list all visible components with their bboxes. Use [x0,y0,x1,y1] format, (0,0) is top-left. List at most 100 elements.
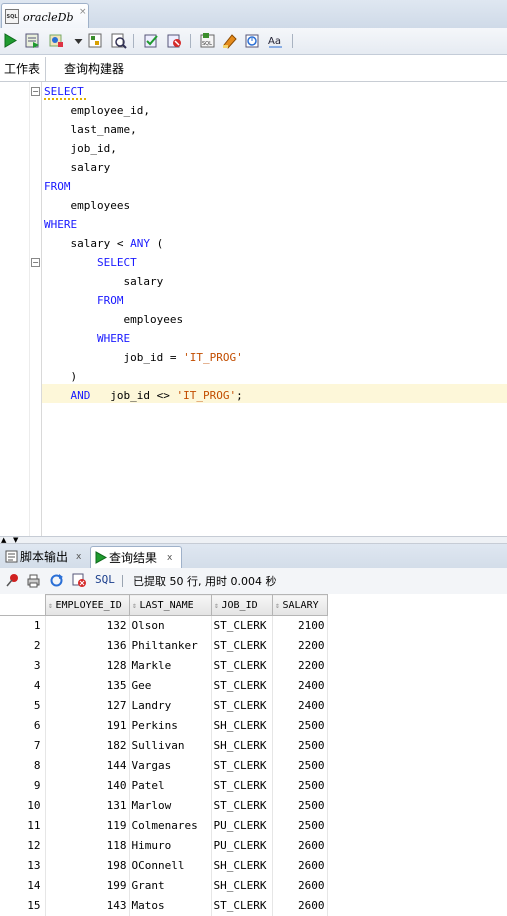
last-name-cell[interactable]: Colmenares [129,815,212,836]
last-name-cell[interactable]: Philtanker [129,635,212,656]
fold-collapse-icon[interactable]: − [31,87,40,96]
tab-query-builder[interactable]: 查询构建器 [60,57,128,81]
employee-id-cell[interactable]: 140 [45,775,130,796]
last-name-cell[interactable]: Patel [129,775,212,796]
employee-id-cell[interactable]: 127 [45,695,130,716]
column-header-last-name[interactable]: ⇕ LAST_NAME [128,594,212,616]
last-name-cell[interactable]: OConnell [129,855,212,876]
employee-id-cell[interactable]: 128 [45,655,130,676]
salary-cell[interactable]: 2600 [272,835,328,856]
rollback-icon[interactable] [166,32,183,49]
table-row[interactable]: 7 182 Sullivan SH_CLERK 2500 [0,735,328,756]
refresh-icon[interactable] [49,573,64,588]
employee-id-cell[interactable]: 199 [45,875,130,896]
dropdown-arrow-icon[interactable] [70,32,83,49]
employee-id-cell[interactable]: 182 [45,735,130,756]
fold-collapse-icon[interactable]: − [31,258,40,267]
column-header-job-id[interactable]: ⇕ JOB_ID [210,594,273,616]
employee-id-cell[interactable]: 135 [45,675,130,696]
table-row[interactable]: 3 128 Markle ST_CLERK 2200 [0,655,328,676]
table-row[interactable]: 8 144 Vargas ST_CLERK 2500 [0,755,328,776]
sql-editor[interactable]: − − SELECT employee_id, last_name, job_i… [0,82,507,536]
last-name-cell[interactable]: Marlow [129,795,212,816]
commit-icon[interactable] [143,32,160,49]
sql-tuning-icon[interactable] [110,32,127,49]
employee-id-cell[interactable]: 143 [45,895,130,916]
autotrace-icon[interactable] [48,32,65,49]
employee-id-cell[interactable]: 131 [45,795,130,816]
job-id-cell[interactable]: ST_CLERK [211,695,273,716]
job-id-cell[interactable]: SH_CLERK [211,735,273,756]
salary-cell[interactable]: 2400 [272,695,328,716]
salary-cell[interactable]: 2600 [272,855,328,876]
last-name-cell[interactable]: Himuro [129,835,212,856]
format-case-icon[interactable]: Aa [267,32,284,49]
job-id-cell[interactable]: ST_CLERK [211,775,273,796]
job-id-cell[interactable]: SH_CLERK [211,875,273,896]
job-id-cell[interactable]: ST_CLERK [211,675,273,696]
salary-cell[interactable]: 2500 [272,755,328,776]
tab-oracledb[interactable]: SQL oracleDb × [1,3,89,28]
job-id-cell[interactable]: SH_CLERK [211,715,273,736]
print-icon[interactable] [26,573,41,588]
last-name-cell[interactable]: Matos [129,895,212,916]
job-id-cell[interactable]: SH_CLERK [211,855,273,876]
last-name-cell[interactable]: Sullivan [129,735,212,756]
table-row[interactable]: 5 127 Landry ST_CLERK 2400 [0,695,328,716]
column-header-employee-id[interactable]: ⇕ EMPLOYEE_ID [44,594,130,616]
table-row[interactable]: 10 131 Marlow ST_CLERK 2500 [0,795,328,816]
last-name-cell[interactable]: Grant [129,875,212,896]
collapse-down-icon[interactable]: ▼ [13,537,18,544]
table-row[interactable]: 14 199 Grant SH_CLERK 2600 [0,875,328,896]
table-row[interactable]: 1 132 Olson ST_CLERK 2100 [0,615,328,636]
last-name-cell[interactable]: Olson [129,615,212,636]
employee-id-cell[interactable]: 191 [45,715,130,736]
last-name-cell[interactable]: Perkins [129,715,212,736]
employee-id-cell[interactable]: 118 [45,835,130,856]
table-row[interactable]: 6 191 Perkins SH_CLERK 2500 [0,715,328,736]
employee-id-cell[interactable]: 119 [45,815,130,836]
last-name-cell[interactable]: Landry [129,695,212,716]
salary-cell[interactable]: 2100 [272,615,328,636]
table-row[interactable]: 9 140 Patel ST_CLERK 2500 [0,775,328,796]
salary-cell[interactable]: 2200 [272,635,328,656]
tab-script-output[interactable]: 脚本输出 x [2,546,87,568]
job-id-cell[interactable]: ST_CLERK [211,895,273,916]
employee-id-cell[interactable]: 198 [45,855,130,876]
salary-cell[interactable]: 2500 [272,795,328,816]
job-id-cell[interactable]: ST_CLERK [211,635,273,656]
close-icon[interactable]: × [79,7,87,17]
tab-query-result[interactable]: 查询结果 x [90,546,182,568]
tab-worksheet[interactable]: 工作表 [0,57,46,81]
table-row[interactable]: 4 135 Gee ST_CLERK 2400 [0,675,328,696]
unshared-sql-icon[interactable]: SQL [199,32,216,49]
employee-id-cell[interactable]: 136 [45,635,130,656]
job-id-cell[interactable]: ST_CLERK [211,615,273,636]
job-id-cell[interactable]: ST_CLERK [211,795,273,816]
job-id-cell[interactable]: ST_CLERK [211,655,273,676]
employee-id-cell[interactable]: 132 [45,615,130,636]
job-id-cell[interactable]: PU_CLERK [211,815,273,836]
salary-cell[interactable]: 2200 [272,655,328,676]
job-id-cell[interactable]: ST_CLERK [211,755,273,776]
table-row[interactable]: 11 119 Colmenares PU_CLERK 2500 [0,815,328,836]
cancel-query-icon[interactable] [72,573,87,588]
table-row[interactable]: 13 198 OConnell SH_CLERK 2600 [0,855,328,876]
salary-cell[interactable]: 2400 [272,675,328,696]
job-id-cell[interactable]: PU_CLERK [211,835,273,856]
close-icon[interactable]: x [167,547,172,569]
close-icon[interactable]: x [76,546,81,568]
sql-button[interactable]: SQL [95,573,115,586]
last-name-cell[interactable]: Vargas [129,755,212,776]
salary-cell[interactable]: 2600 [272,895,328,916]
last-name-cell[interactable]: Gee [129,675,212,696]
result-grid[interactable]: ⇕ EMPLOYEE_ID ⇕ LAST_NAME ⇕ JOB_ID ⇕ SALARY … [0,594,507,916]
column-header-salary[interactable]: ⇕ SALARY [271,594,328,616]
pin-icon[interactable] [5,573,20,588]
run-script-icon[interactable] [24,32,41,49]
salary-cell[interactable]: 2500 [272,775,328,796]
sql-history-icon[interactable] [244,32,261,49]
clear-icon[interactable] [221,32,238,49]
table-row[interactable]: 12 118 Himuro PU_CLERK 2600 [0,835,328,856]
salary-cell[interactable]: 2500 [272,715,328,736]
